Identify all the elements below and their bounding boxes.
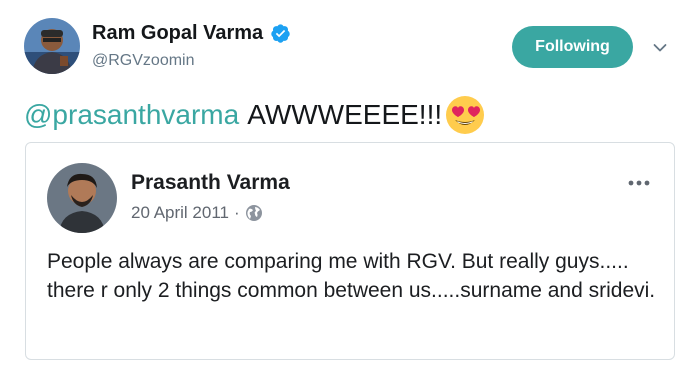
quoted-post-card[interactable]: Prasanth Varma 20 April 2011 · People al… xyxy=(25,142,675,360)
mention-link[interactable]: @prasanthvarma xyxy=(24,97,239,133)
author-name[interactable]: Ram Gopal Varma xyxy=(92,22,291,45)
quoted-post-body: People always are comparing me with RGV.… xyxy=(47,250,656,302)
meta-separator: · xyxy=(233,203,240,222)
author-name-text[interactable]: Ram Gopal Varma xyxy=(92,22,263,45)
tweet-body: AWWWEEEE!!! xyxy=(247,99,443,130)
chevron-down-icon[interactable] xyxy=(652,40,668,56)
tweet-text: @prasanthvarma AWWWEEEE!!! xyxy=(24,94,486,136)
more-options-icon[interactable] xyxy=(624,173,654,193)
verified-badge-icon xyxy=(271,24,290,43)
following-button[interactable]: Following xyxy=(512,26,633,68)
quoted-post-date[interactable]: 20 April 2011 xyxy=(131,203,229,223)
tweet-container: Ram Gopal Varma @RGVzoomin Following @pr… xyxy=(0,0,700,374)
quoted-author-avatar[interactable] xyxy=(47,163,117,233)
author-avatar[interactable] xyxy=(24,18,80,74)
globe-icon xyxy=(245,205,262,221)
quoted-post-meta: 20 April 2011 · xyxy=(131,203,263,223)
quoted-author-name[interactable]: Prasanth Varma xyxy=(131,171,290,195)
heart-eyes-emoji-icon xyxy=(446,96,485,134)
author-handle[interactable]: @RGVzoomin xyxy=(92,52,195,70)
